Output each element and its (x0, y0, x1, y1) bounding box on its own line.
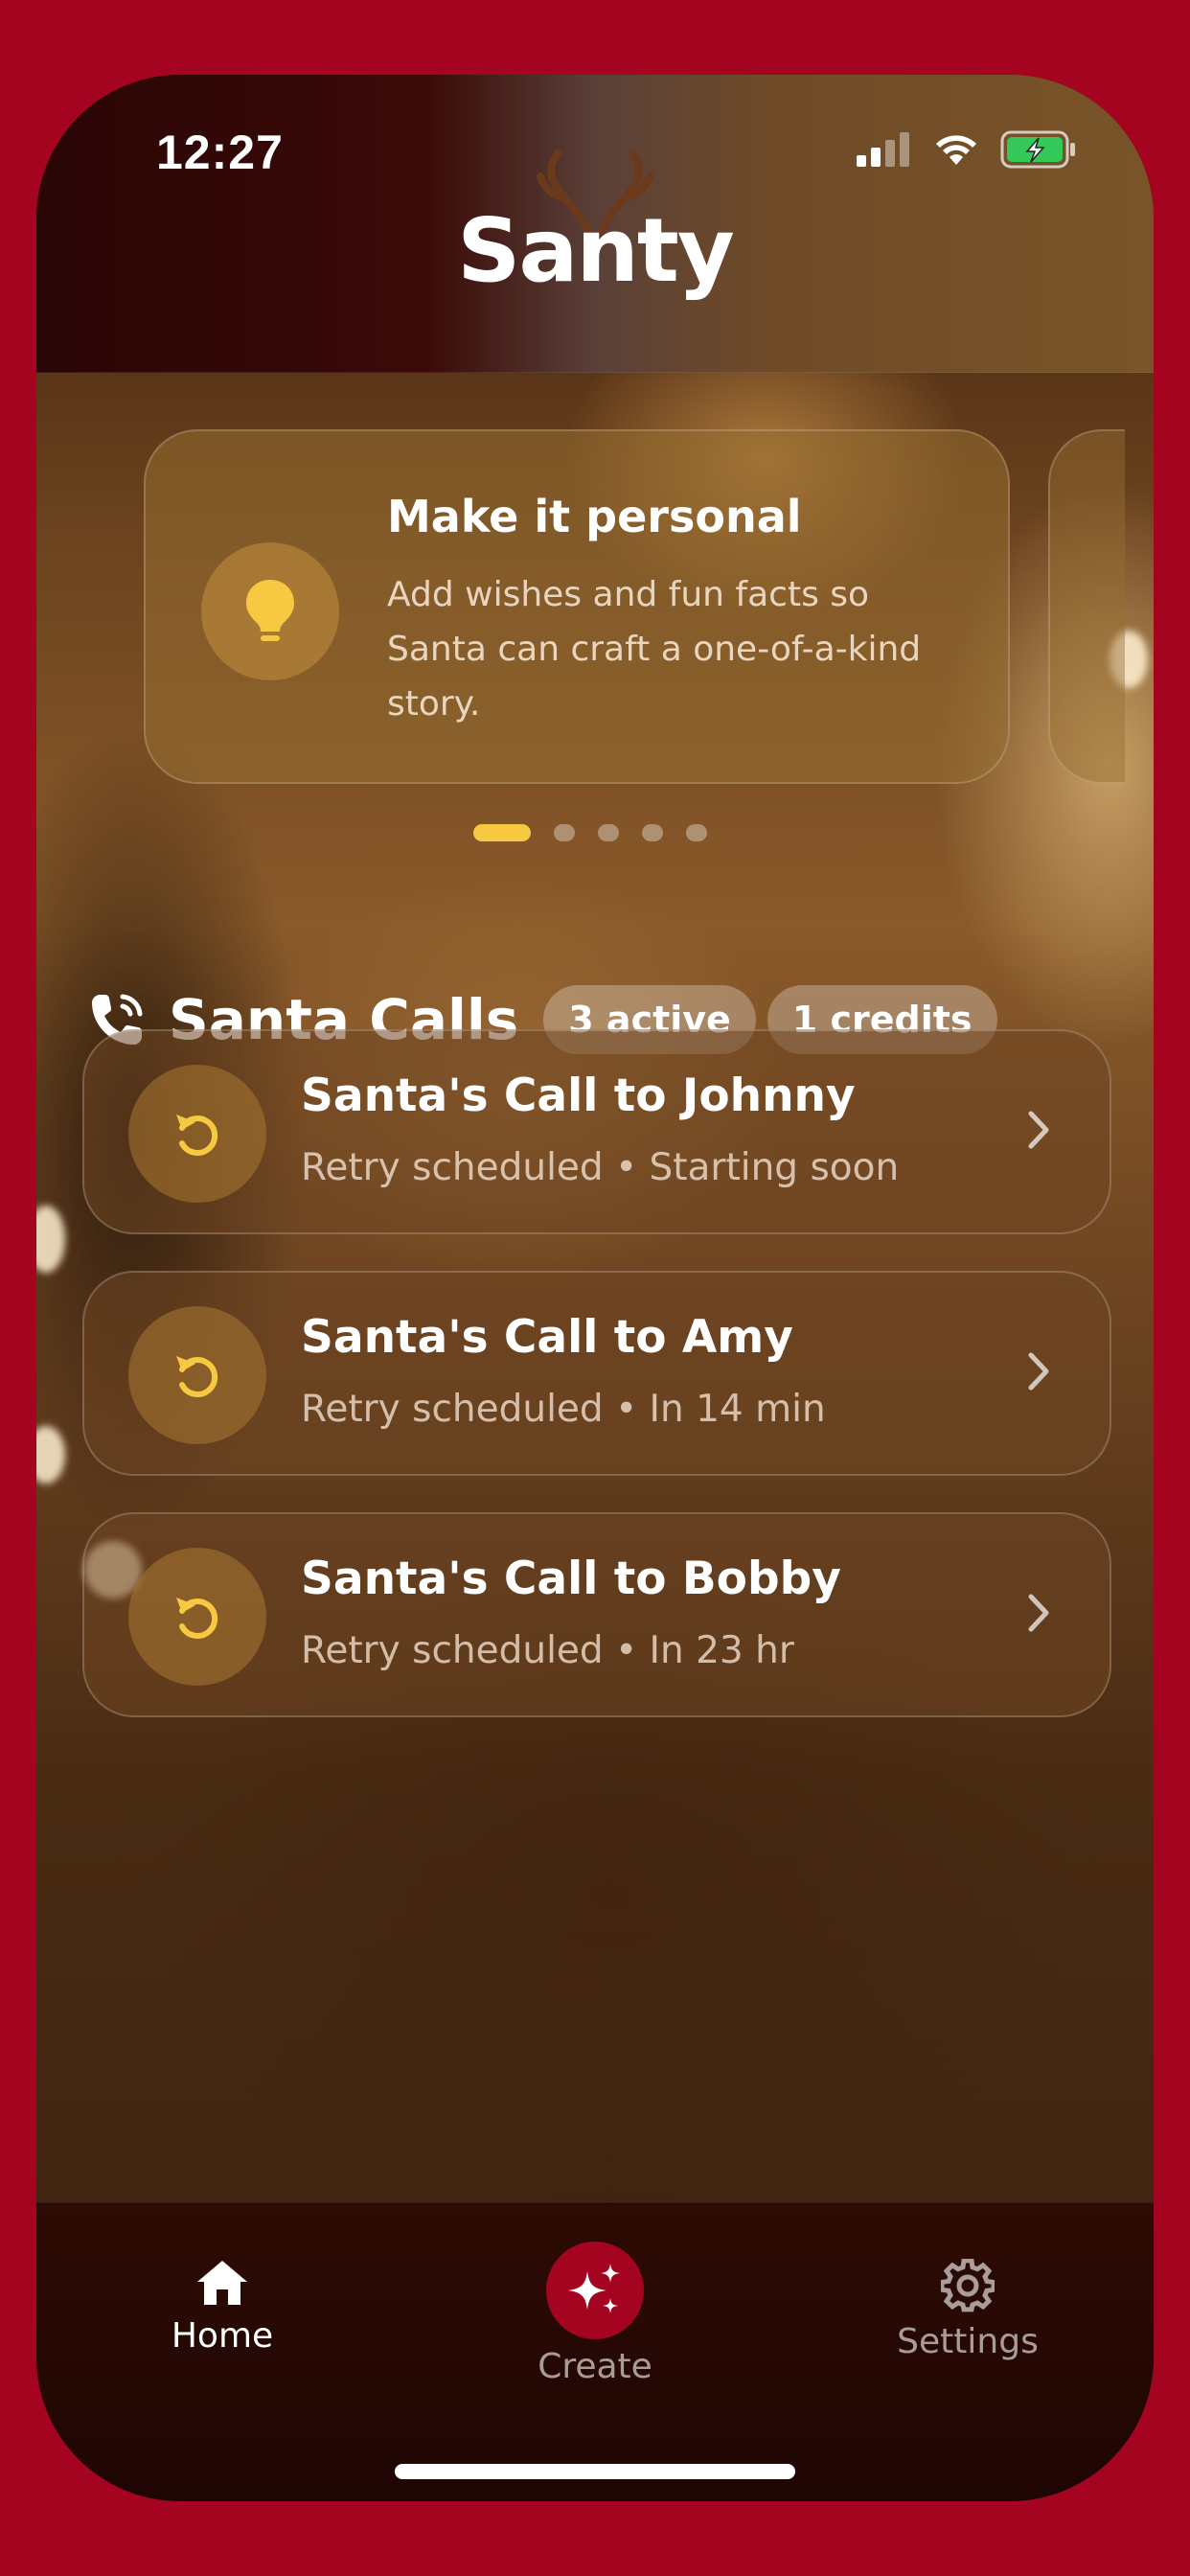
tip-text: Add wishes and fun facts so Santa can cr… (387, 575, 922, 724)
call-card-bobby[interactable]: Santa's Call to Bobby Retry scheduled • … (82, 1512, 1111, 1717)
tab-create[interactable]: Create (504, 2242, 686, 2386)
tip-title: Make it personal (387, 491, 802, 542)
call-status-icon-circle (128, 1065, 266, 1203)
call-title: Santa's Call to Johnny (301, 1070, 856, 1122)
tip-card[interactable]: Make it personal Add wishes and fun fact… (144, 429, 1010, 784)
tab-home[interactable]: Home (132, 2259, 312, 2356)
retry-icon (176, 1115, 218, 1156)
app-logo: Santy (457, 150, 735, 302)
retry-icon (176, 1356, 218, 1397)
call-card-johnny[interactable]: Santa's Call to Johnny Retry scheduled •… (82, 1029, 1111, 1234)
page-dot-3[interactable] (598, 824, 619, 841)
call-status-icon-circle (128, 1548, 266, 1686)
tab-bar: Home Create Settings (36, 2202, 1154, 2501)
tip-icon-circle (201, 542, 339, 680)
cellular-signal-icon (857, 132, 909, 167)
gear-icon (939, 2258, 996, 2312)
call-status: Retry scheduled • Starting soon (301, 1146, 900, 1189)
call-status: Retry scheduled • In 23 hr (301, 1629, 794, 1672)
tip-card-next[interactable] (1048, 429, 1125, 784)
call-title: Santa's Call to Amy (301, 1311, 793, 1364)
lightbulb-icon (246, 580, 294, 641)
app-header: 12:27 Santy (36, 75, 1154, 373)
status-time: 12:27 (156, 126, 284, 179)
carousel-page-indicator[interactable] (473, 824, 707, 841)
sparkles-icon (568, 2264, 620, 2313)
tab-label-settings: Settings (897, 2322, 1039, 2361)
retry-icon (176, 1598, 218, 1639)
status-icons (857, 130, 1077, 169)
page-dot-1[interactable] (473, 824, 531, 841)
call-title: Santa's Call to Bobby (301, 1552, 841, 1605)
home-icon (197, 2261, 247, 2305)
tab-label-create: Create (538, 2347, 652, 2386)
tab-label-home: Home (171, 2316, 274, 2356)
call-status-icon-circle (128, 1306, 266, 1444)
battery-charging-icon (1000, 130, 1075, 169)
create-button[interactable] (546, 2242, 644, 2339)
chevron-right-icon (1028, 1111, 1049, 1149)
app-screen: 12:27 Santy Make it personal Add wishes … (36, 75, 1154, 2501)
call-card-amy[interactable]: Santa's Call to Amy Retry scheduled • In… (82, 1271, 1111, 1476)
tab-settings[interactable]: Settings (878, 2258, 1058, 2361)
page-dot-5[interactable] (686, 824, 707, 841)
bokeh-light (36, 1426, 65, 1484)
home-indicator (395, 2464, 795, 2479)
bokeh-light (36, 1206, 65, 1273)
call-status: Retry scheduled • In 14 min (301, 1388, 826, 1431)
chevron-right-icon (1028, 1594, 1049, 1632)
wifi-icon (936, 135, 976, 165)
brand-name: Santy (457, 199, 735, 302)
chevron-right-icon (1028, 1352, 1049, 1391)
page-dot-2[interactable] (554, 824, 575, 841)
page-dot-4[interactable] (642, 824, 663, 841)
